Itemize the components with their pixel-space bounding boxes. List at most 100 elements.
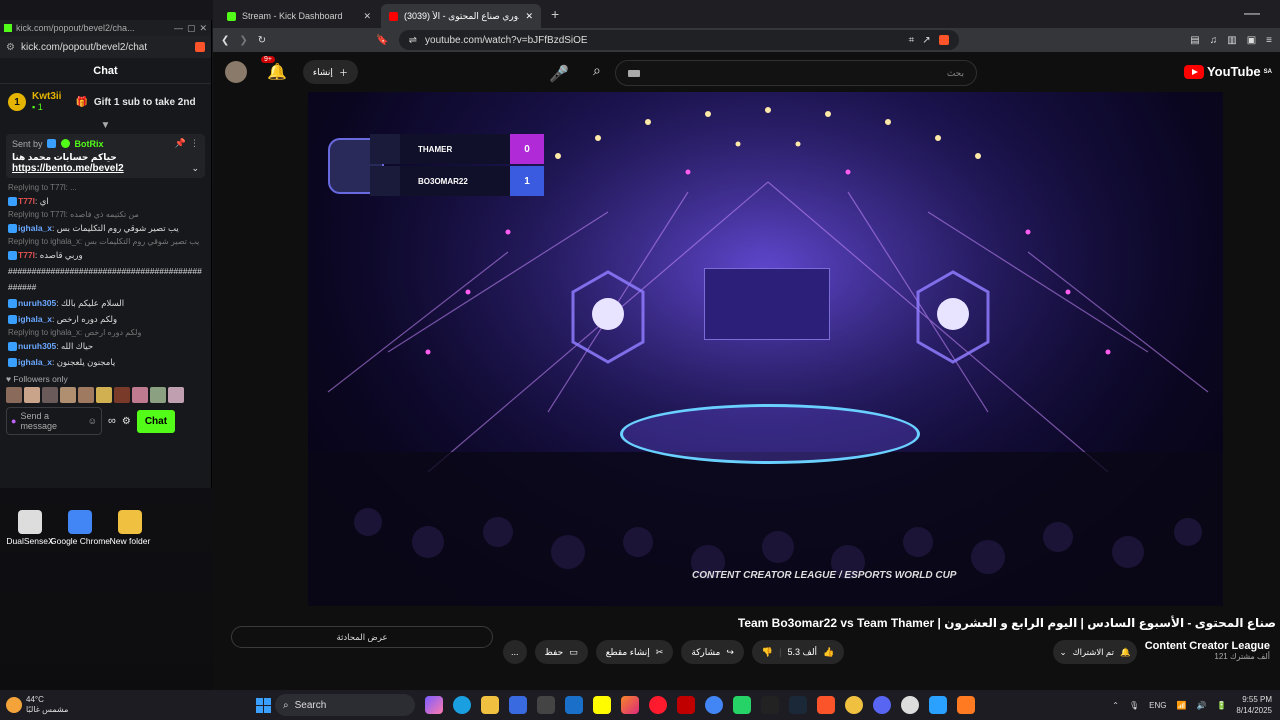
chevron-up-icon[interactable]: ⌃ — [1112, 701, 1119, 710]
tab-close-icon[interactable]: ✕ — [363, 11, 371, 22]
sidebar-icon[interactable]: ▥ — [1227, 35, 1236, 46]
capcut-icon[interactable] — [761, 696, 779, 714]
file-explorer-icon[interactable] — [481, 696, 499, 714]
avatar[interactable] — [114, 387, 130, 403]
weather-widget[interactable]: 44°C مشمس غالبًا — [6, 695, 256, 715]
app-blue-icon[interactable] — [929, 696, 947, 714]
chat-username[interactable]: ighala_x — [18, 314, 52, 324]
avatar[interactable] — [24, 387, 40, 403]
mic-icon[interactable]: ● — [11, 416, 16, 426]
clock[interactable]: 9:55 PM 8/14/2025 — [1236, 694, 1272, 716]
minimize-icon[interactable]: — — [174, 23, 183, 33]
points-icon[interactable]: ∞ — [108, 415, 116, 427]
translate-icon[interactable]: ⌗ — [909, 35, 915, 46]
avatar[interactable] — [150, 387, 166, 403]
copilot-icon[interactable] — [425, 696, 443, 714]
app-red-icon[interactable] — [677, 696, 695, 714]
taskbar-search[interactable]: ⌕ Search — [275, 694, 415, 716]
like-icon[interactable]: 👍 — [823, 647, 834, 658]
avatar[interactable] — [132, 387, 148, 403]
menu-icon[interactable]: ≡ — [1266, 35, 1272, 46]
notifications-icon[interactable]: 🔔 9+ — [261, 56, 287, 82]
app-icon[interactable] — [537, 696, 555, 714]
store-icon[interactable] — [509, 696, 527, 714]
chat-message[interactable]: nuruh305: حياك الله — [0, 338, 211, 354]
video-player[interactable]: THAMER 0 BO3OMAR22 1 CONTENT CREATOR LEAGUE… — [308, 92, 1223, 606]
forward-icon[interactable]: ❯ — [239, 35, 247, 46]
search-icon[interactable]: ⌕ — [593, 62, 601, 79]
channel-name[interactable]: Content Creator League — [1145, 640, 1270, 652]
share-icon[interactable]: ↗ — [922, 35, 930, 46]
chat-username[interactable]: ighala_x — [18, 223, 52, 233]
volume-icon[interactable]: 🔊 — [1196, 701, 1206, 710]
back-icon[interactable]: ❮ — [221, 35, 229, 46]
chat-message[interactable]: ########################################… — [0, 263, 211, 279]
chat-message[interactable]: ighala_x: ولكم دوره ارخص — [0, 311, 211, 327]
chatgpt-icon[interactable] — [901, 696, 919, 714]
like-dislike-button[interactable]: 👎 | 5.3 ألف 👍 — [751, 640, 845, 664]
desktop-icon[interactable]: New folder — [100, 510, 160, 546]
voice-search-icon[interactable]: 🎤 — [549, 64, 569, 84]
instagram-icon[interactable] — [621, 696, 639, 714]
new-tab-button[interactable]: + — [543, 6, 567, 22]
avatar[interactable] — [96, 387, 112, 403]
chevron-down-icon[interactable]: ▼ — [0, 120, 211, 131]
extensions-icon[interactable]: ▤ — [1190, 35, 1199, 46]
avatar[interactable] — [225, 61, 247, 83]
wallet-icon[interactable]: ▣ — [1247, 35, 1256, 46]
reload-icon[interactable]: ↻ — [258, 35, 266, 46]
browser-tab[interactable]: Stream - Kick Dashboard ✕ — [219, 4, 379, 28]
chat-input[interactable]: ● Send a message ☺ — [6, 407, 102, 435]
keyboard-icon[interactable] — [628, 70, 640, 77]
avatar[interactable] — [60, 387, 76, 403]
start-icon[interactable] — [256, 697, 271, 713]
kick-titlebar[interactable]: kick.com/popout/bevel2/cha... — ▢ ✕ — [0, 20, 211, 36]
chat-log[interactable]: Replying to T77l: ... T77l: اي Replying to… — [0, 182, 211, 370]
chat-message[interactable]: ighala_x: يب تصير شوقي روم التكليمات بس — [0, 220, 211, 236]
expand-chevron-icon[interactable]: ⌄ — [191, 163, 199, 174]
chat-message[interactable]: ighala_x: يامجنون يلعجنون — [0, 354, 211, 370]
settings-icon[interactable]: ⚙ — [122, 416, 131, 427]
dislike-icon[interactable]: 👎 — [762, 647, 773, 658]
emoji-icon[interactable]: ☺ — [88, 416, 97, 426]
chat-username[interactable]: ighala_x — [18, 357, 52, 367]
pin-icon[interactable]: 📌 — [175, 138, 186, 149]
share-button[interactable]: مشاركة ↪ — [681, 640, 744, 664]
kick-url[interactable]: kick.com/popout/bevel2/chat — [21, 42, 147, 53]
media-icon[interactable]: ♫ — [1210, 35, 1218, 46]
bookmark-icon[interactable]: 🔖 — [376, 35, 388, 46]
snapchat-icon[interactable] — [593, 696, 611, 714]
app-orange-icon[interactable] — [957, 696, 975, 714]
show-chat-button[interactable]: عرض المحادثة — [231, 626, 493, 648]
chat-username[interactable]: nuruh305 — [18, 341, 56, 351]
whatsapp-icon[interactable] — [733, 696, 751, 714]
channel-info[interactable]: Content Creator League 121 ألف مشترك — [1145, 640, 1270, 661]
gift-leaderboard[interactable]: 1 Kwt3ii ▪ 1 🎁 Gift 1 sub to take 2nd — [0, 84, 211, 120]
site-settings-icon[interactable]: ⚙ — [6, 42, 15, 53]
brave-shield-icon[interactable] — [938, 35, 949, 45]
avatar[interactable] — [42, 387, 58, 403]
brave-shield-icon[interactable] — [195, 42, 205, 52]
address-bar[interactable]: ⇌ youtube.com/watch?v=bJFfBzdSiOE ⌗ ↗ — [398, 30, 959, 50]
browser-tab[interactable]: (3039) دوري صناع المحتوى - الأ... ✕ — [381, 4, 541, 28]
more-actions-button[interactable]: ... — [503, 640, 527, 664]
chat-message[interactable]: T77l: وربي قاصده — [0, 247, 211, 263]
wifi-icon[interactable]: 📶 — [1177, 701, 1187, 710]
battery-icon[interactable]: 🔋 — [1216, 701, 1226, 710]
chat-message[interactable]: T77l: اي — [0, 193, 211, 209]
create-button[interactable]: إنشاء ＋ — [302, 60, 358, 84]
outlook-icon[interactable] — [565, 696, 583, 714]
tab-close-icon[interactable]: ✕ — [525, 11, 533, 22]
emoji-app-icon[interactable] — [845, 696, 863, 714]
avatar[interactable] — [78, 387, 94, 403]
mic-icon[interactable]: 🎙 — [1129, 701, 1139, 710]
brave-icon[interactable] — [817, 696, 835, 714]
chat-username[interactable]: T77l — [18, 250, 35, 260]
avatar[interactable] — [168, 387, 184, 403]
minimize-icon[interactable]: — — [1244, 5, 1280, 23]
chat-send-button[interactable]: Chat — [136, 409, 176, 433]
discord-icon[interactable] — [873, 696, 891, 714]
chrome-icon[interactable] — [705, 696, 723, 714]
chat-username[interactable]: nuruh305 — [18, 298, 56, 308]
more-options-icon[interactable]: ⋮ — [190, 138, 199, 149]
